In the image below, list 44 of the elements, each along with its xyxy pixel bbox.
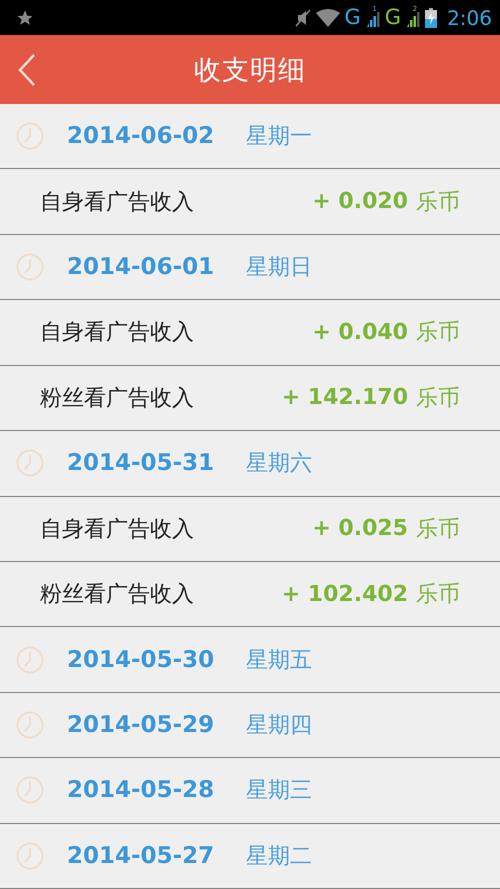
amount-text: + 0.040	[312, 320, 408, 345]
weekday-text: 星期四	[246, 712, 312, 740]
amount-text: + 0.020	[312, 189, 408, 214]
date-text: 2014-05-28	[67, 777, 214, 804]
amount-text: + 102.402	[282, 582, 408, 607]
clock-icon	[16, 842, 44, 870]
weekday-text: 星期日	[246, 254, 312, 282]
page-title: 收支明细	[194, 54, 306, 88]
date-text: 2014-06-01	[67, 254, 214, 280]
income-label: 自身看广告收入	[40, 188, 195, 217]
clock-icon	[16, 646, 44, 674]
date-text: 2014-05-31	[67, 450, 214, 476]
clock-icon	[16, 449, 44, 478]
weekday-text: 星期五	[246, 646, 312, 675]
star-icon	[16, 8, 34, 26]
currency-unit: 乐币	[416, 188, 460, 217]
wifi-icon	[314, 8, 341, 26]
network-label: G	[344, 7, 361, 28]
clock-icon	[16, 253, 44, 282]
amount-text: + 0.025	[312, 516, 408, 542]
currency-unit: 乐币	[416, 384, 460, 413]
clock-time: 2:06	[447, 6, 492, 30]
date-text: 2014-06-02	[67, 123, 214, 150]
weekday-text: 星期六	[246, 450, 312, 478]
date-text: 2014-05-27	[67, 842, 214, 869]
currency-unit: 乐币	[416, 581, 460, 610]
income-label: 粉丝看广告收入	[40, 581, 195, 610]
mute-icon	[294, 8, 311, 28]
currency-unit: 乐币	[416, 319, 460, 348]
date-text: 2014-05-30	[67, 646, 214, 673]
income-label: 自身看广告收入	[40, 516, 195, 544]
weekday-text: 星期一	[246, 123, 312, 152]
weekday-text: 星期二	[246, 842, 312, 871]
network-label: G	[384, 7, 402, 28]
income-label: 自身看广告收入	[40, 319, 195, 348]
clock-icon	[16, 122, 44, 150]
currency-unit: 乐币	[416, 516, 460, 544]
clock-icon	[16, 776, 44, 804]
clock-icon	[16, 711, 44, 739]
amount-text: + 142.170	[282, 385, 408, 410]
income-label: 粉丝看广告收入	[40, 384, 195, 413]
weekday-text: 星期三	[246, 777, 312, 806]
date-text: 2014-05-29	[67, 712, 214, 738]
battery-icon	[425, 8, 438, 28]
